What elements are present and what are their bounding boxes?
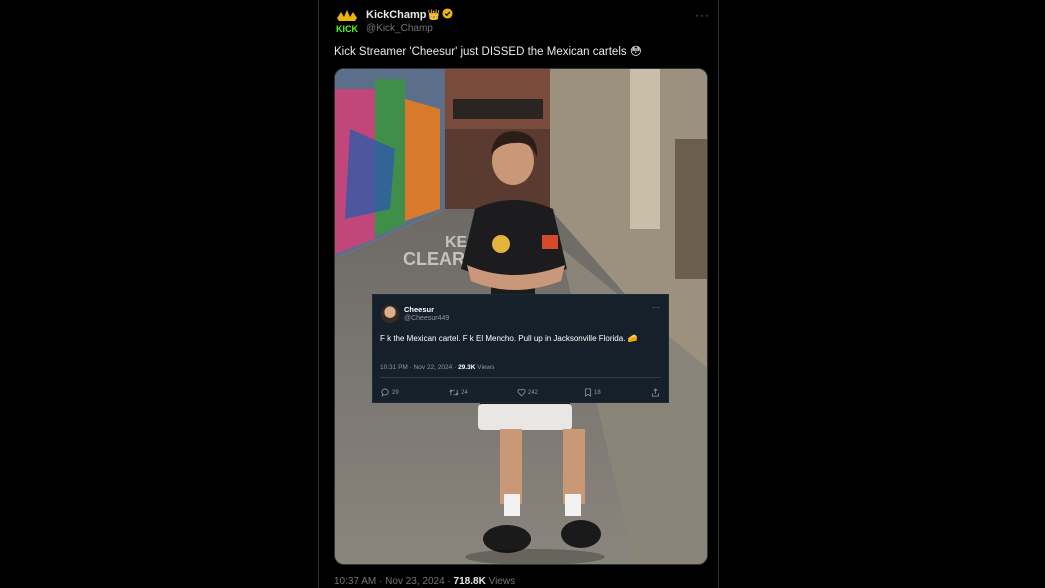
embed-date: Nov 22, 2024 [413,364,453,371]
share-icon [651,388,660,397]
embed-author-name[interactable]: Cheesur [404,305,434,314]
author-name-text: KickChamp [366,9,427,21]
kick-logo-text: KICK [336,24,358,34]
embed-author-handle[interactable]: @Cheesur449 [404,315,449,322]
tweet-time[interactable]: 10:37 AM [334,576,376,587]
share-button[interactable] [651,388,660,397]
embed-divider [380,377,661,378]
like-button[interactable]: 242 [517,388,538,397]
more-icon[interactable]: ··· [695,8,710,22]
reply-count: 29 [392,389,399,396]
embed-avatar[interactable] [381,305,399,323]
reply-icon [381,388,389,397]
like-count: 242 [528,389,539,396]
retweet-count: 24 [461,389,468,396]
reply-button[interactable]: 29 [381,388,399,397]
kickchamp-logo: KICK [336,10,358,34]
retweet-icon [449,389,459,396]
embed-views-count: 29.3K [458,364,476,371]
crown-icon [337,10,357,21]
tweet-footer: 10:37 AM · Nov 23, 2024 · 718.8K Views [334,576,516,587]
bookmark-count: 18 [594,389,601,396]
embed-actions: 29 24 242 18 [381,388,663,398]
bookmark-icon [585,388,591,397]
tweet-views-count: 718.8K [453,576,486,587]
author-name[interactable]: KickChamp👑 [366,8,453,22]
tweet-text: Kick Streamer 'Cheesur' just DISSED the … [334,46,642,58]
embed-time: 10:31 PM [380,364,408,371]
like-icon [517,388,526,397]
verified-badge-icon [442,8,453,22]
crown-emoji: 👑 [427,10,440,21]
embed-views-label: Views [477,364,495,371]
quoted-tweet-card[interactable]: Cheesur @Cheesur449 ··· F k the Mexican … [372,294,669,403]
embed-meta: 10:31 PM · Nov 22, 2024 · 29.3K Views [380,364,495,371]
bookmark-button[interactable]: 18 [584,388,601,397]
retweet-button[interactable]: 24 [449,388,468,397]
author-avatar[interactable]: KICK [333,8,361,36]
author-handle[interactable]: @Kick_Champ [366,23,433,34]
svg-text:CLEAR: CLEAR [403,249,465,269]
embed-text: F k the Mexican cartel. F k El Mencho. P… [380,334,638,343]
tweet-date[interactable]: Nov 23, 2024 [385,576,445,587]
tweet-views-label: Views [488,576,516,587]
embed-more-icon[interactable]: ··· [652,303,660,312]
